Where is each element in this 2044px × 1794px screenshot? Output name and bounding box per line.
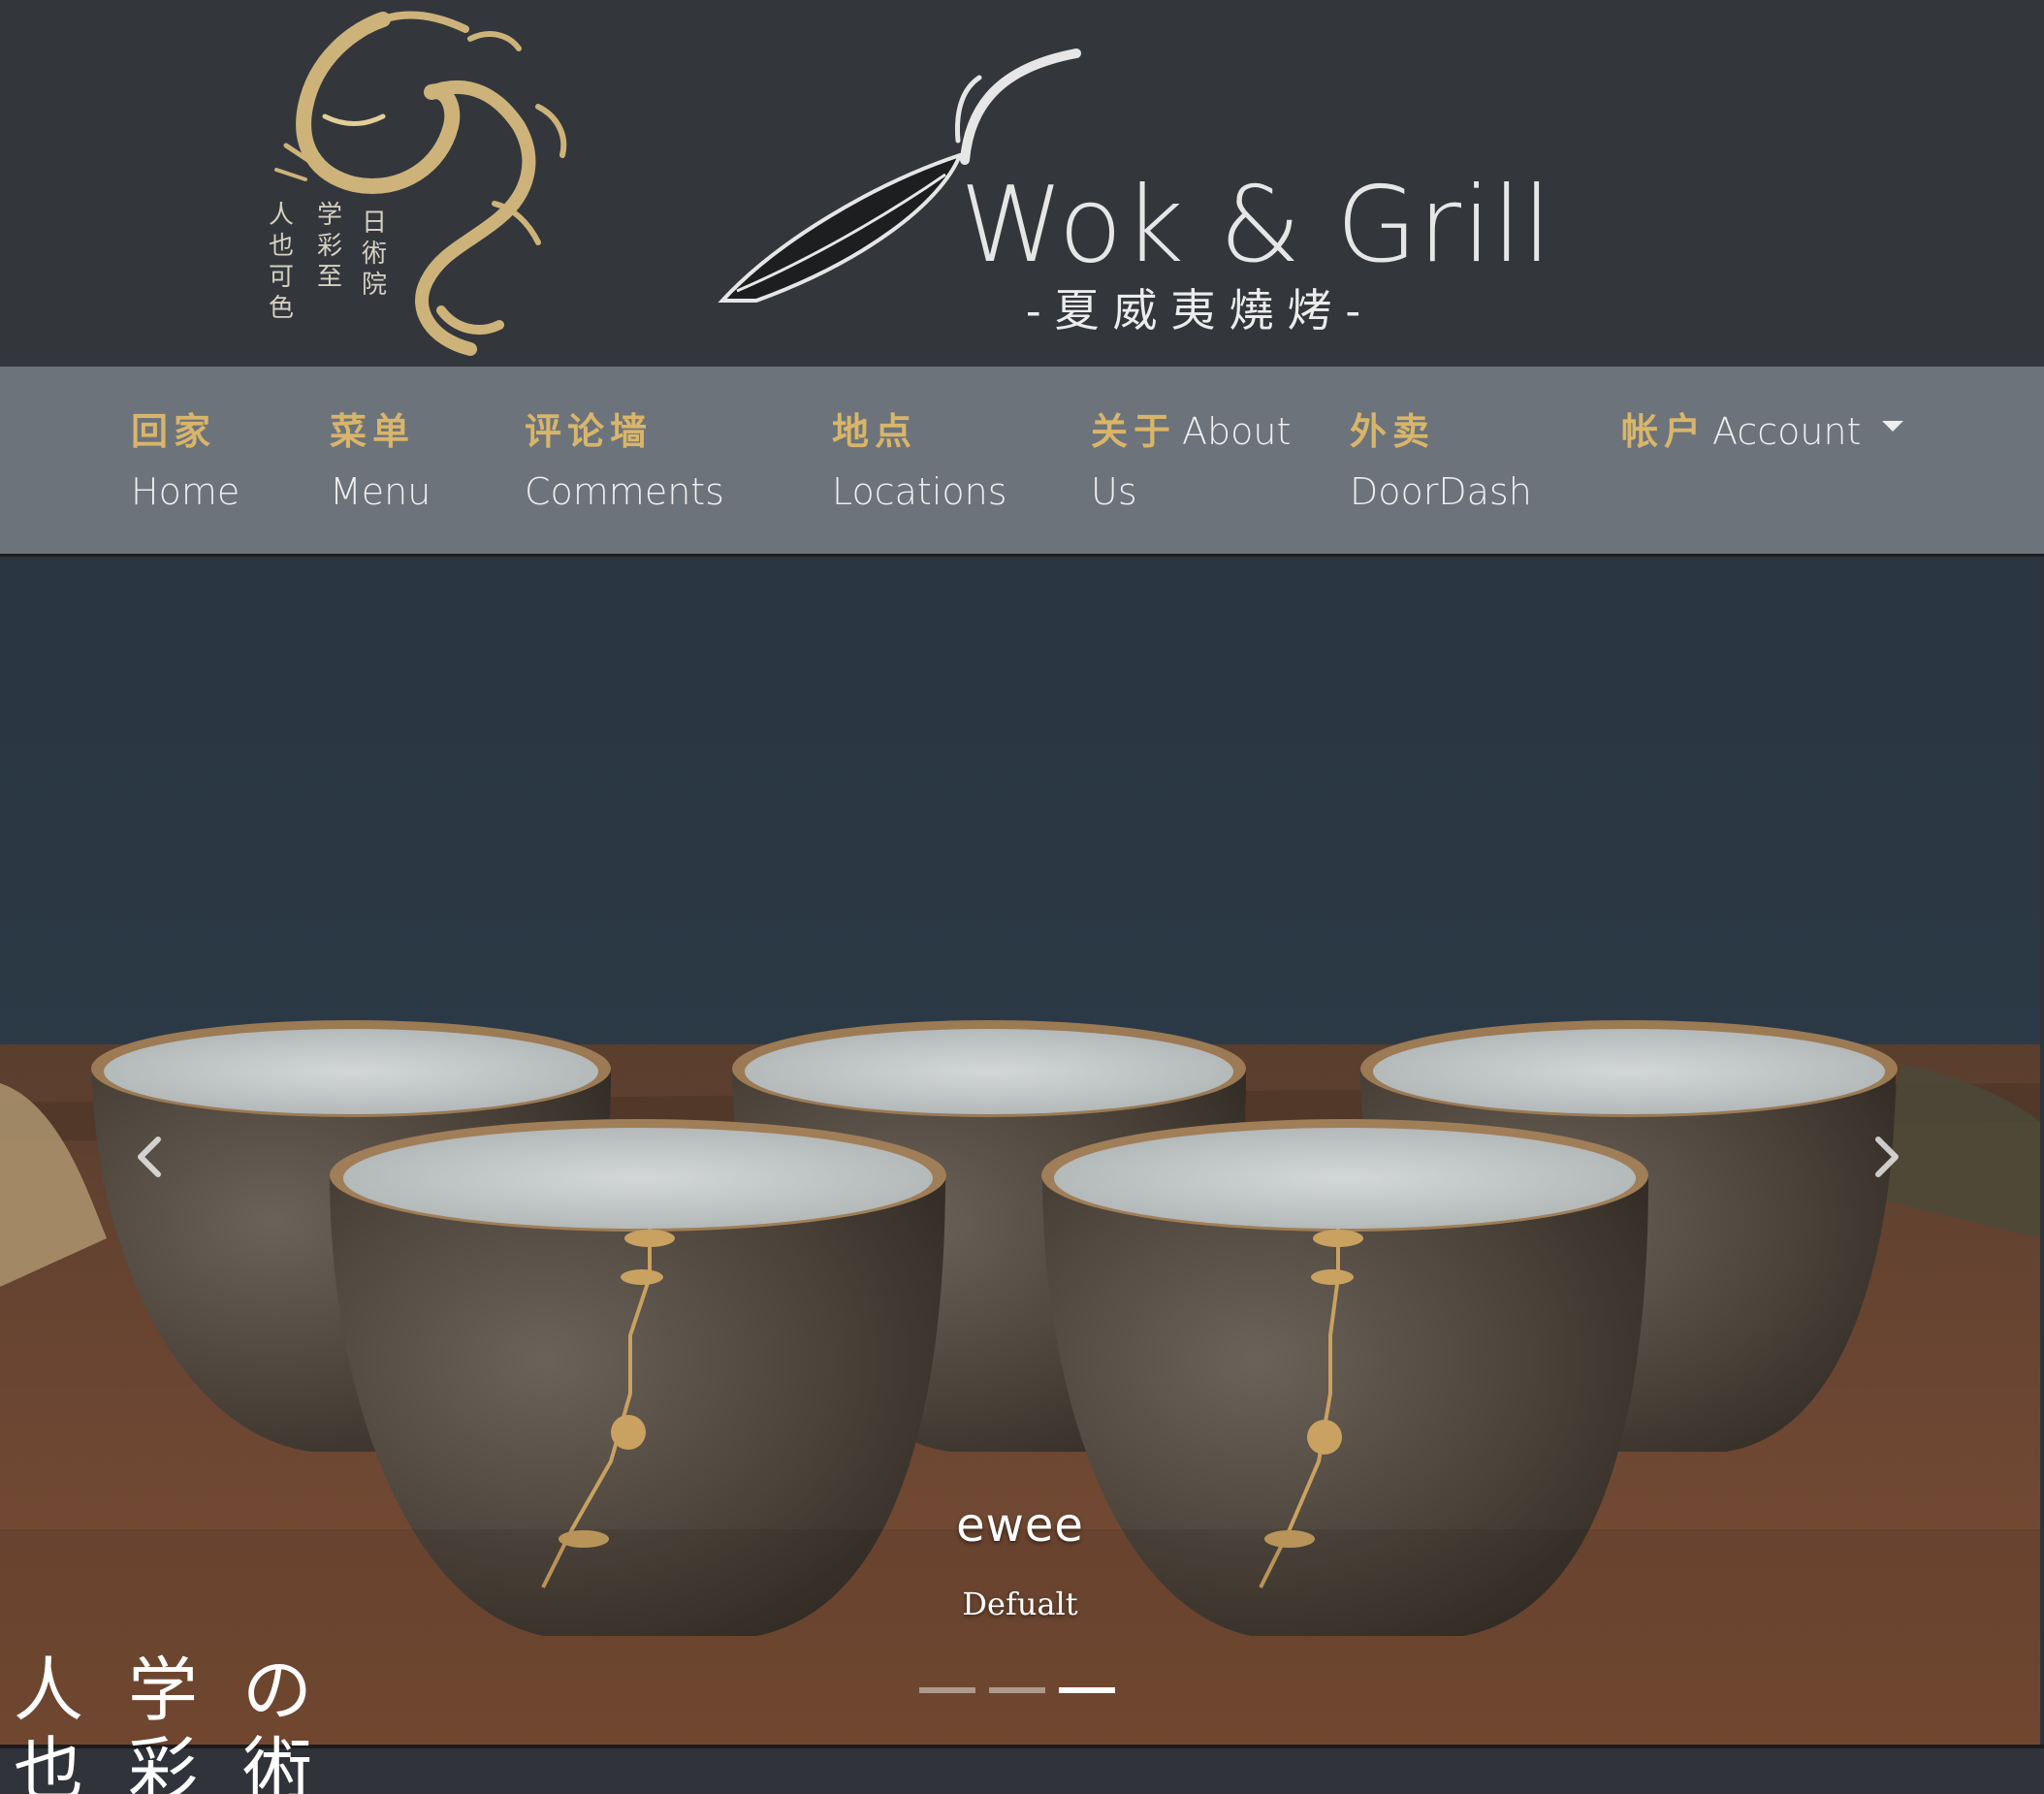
nav-label-en: About: [1182, 410, 1292, 453]
svg-text:人: 人: [14, 1650, 83, 1731]
svg-text:也: 也: [14, 1729, 83, 1794]
nav-label-zh: 菜单: [330, 409, 416, 453]
nav-item-locations[interactable]: 地点 Locations: [832, 401, 1007, 522]
carousel-slide-image: [0, 560, 2040, 1745]
chevron-right-icon: [1875, 1137, 1899, 1177]
svg-text:至: 至: [317, 263, 342, 292]
nav-label-zh: 关于: [1091, 409, 1177, 453]
dragon-logo-icon[interactable]: 人 也 可 色 学 彩 至 日 術 院: [247, 0, 611, 367]
nav-item-account-dropdown[interactable]: 帐户 Account: [1621, 401, 1904, 462]
svg-text:彩: 彩: [128, 1729, 198, 1794]
nav-item-menu[interactable]: 菜单 Menu: [330, 401, 431, 522]
main-navbar: 回家 Home 菜单 Menu 评论墙 Comments 地点 Location…: [0, 367, 2044, 557]
svg-text:也: 也: [269, 232, 294, 261]
svg-text:日: 日: [362, 208, 387, 238]
carousel-caption-title: ewee: [956, 1498, 1084, 1553]
carousel-indicator-3[interactable]: [1059, 1687, 1115, 1693]
brand-name: Wok & Grill: [960, 165, 1553, 286]
nav-label-zh: 外卖: [1350, 409, 1436, 453]
carousel-next-button[interactable]: [1858, 1118, 1916, 1196]
nav-item-doordash[interactable]: 外卖 DoorDash: [1350, 401, 1532, 522]
brand-subtitle: -夏威夷燒烤-: [1026, 284, 1375, 336]
nav-label-zh: 地点: [832, 409, 918, 453]
nav-label-en-line2: Us: [1091, 470, 1137, 513]
svg-text:院: 院: [362, 271, 387, 300]
carousel-indicator-2[interactable]: [989, 1687, 1045, 1693]
svg-text:可: 可: [269, 263, 294, 292]
svg-text:の: の: [242, 1650, 312, 1731]
nav-item-home[interactable]: 回家 Home: [131, 401, 240, 522]
svg-text:学: 学: [128, 1650, 198, 1731]
carousel-caption-text: Defualt: [962, 1586, 1078, 1622]
nav-item-about-us[interactable]: 关于 About Us: [1091, 401, 1291, 522]
nav-label-zh: 回家: [131, 409, 217, 453]
nav-label-en: Menu: [330, 470, 431, 513]
svg-text:彩: 彩: [317, 232, 342, 261]
nav-label-zh: 帐户: [1621, 409, 1708, 453]
svg-text:学: 学: [317, 201, 342, 230]
carousel-indicators: [919, 1687, 1115, 1693]
carousel-prev-button[interactable]: [120, 1118, 178, 1196]
hero-carousel: ewee Defualt: [0, 560, 2040, 1745]
svg-text:術: 術: [362, 240, 387, 269]
nav-label-en: Locations: [832, 470, 1007, 513]
nav-item-comments[interactable]: 评论墙 Comments: [525, 401, 724, 522]
nav-label-en: Home: [131, 470, 240, 513]
svg-text:色: 色: [269, 294, 294, 323]
svg-text:人: 人: [269, 201, 294, 230]
nav-label-zh: 评论墙: [525, 409, 654, 453]
calligraphy-watermark-icon: 人 学 の 也 彩 術: [14, 1650, 312, 1794]
nav-label-en: Comments: [525, 470, 724, 513]
chevron-left-icon: [138, 1137, 161, 1177]
caret-down-icon: [1882, 421, 1904, 432]
carousel-indicator-1[interactable]: [919, 1687, 975, 1693]
nav-label-en: Account: [1712, 410, 1862, 453]
site-header: 人 也 可 色 学 彩 至 日 術 院 Wok & Grill -夏威夷燒烤-: [0, 0, 2044, 367]
brand-logo[interactable]: Wok & Grill -夏威夷燒烤-: [718, 39, 1551, 349]
nav-label-en: DoorDash: [1350, 470, 1532, 513]
svg-text:術: 術: [242, 1729, 312, 1794]
